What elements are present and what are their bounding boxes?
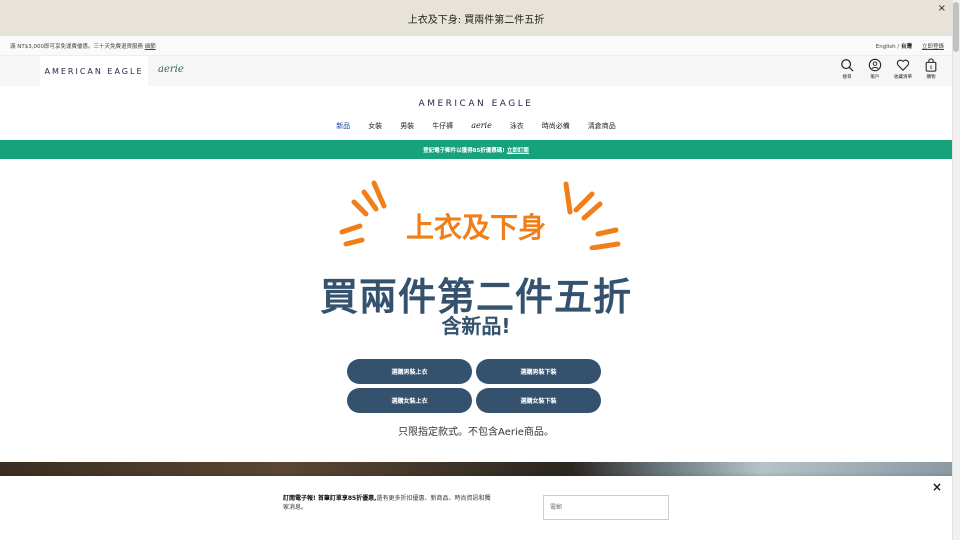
hero-headline-sub: 含新品! [441,314,511,338]
subscribe-link[interactable]: 立即訂閱 [507,146,529,154]
account-icon [868,58,882,72]
nav-item-swim[interactable]: 泳衣 [510,121,524,131]
main-nav: 新品 女裝 男裝 牛仔褲 aerie 泳衣 時尚必備 清倉商品 [0,121,952,131]
email-field[interactable] [543,495,669,520]
nav-item-clearance[interactable]: 清倉商品 [588,121,616,131]
cart-label: 購物 [926,75,936,80]
header-icons: 搜尋 帳戶 收藏清單 0 購物 [838,58,940,80]
promo-bar[interactable]: 上衣及下身: 買兩件第二件五折 × [0,0,952,36]
account-label: 帳戶 [870,75,880,80]
bag-icon: 0 [925,58,937,72]
brand-tab-aerie[interactable]: aerie [158,64,184,75]
scrollbar[interactable] [952,0,960,540]
close-icon[interactable]: × [932,480,942,494]
hero-photo-strip [0,462,952,476]
shop-buttons: 選購男裝上衣 選購男裝下裝 選購女裝上衣 選購女裝下裝 [347,359,601,413]
promo-text[interactable]: 上衣及下身: 買兩件第二件五折 [408,11,545,26]
shop-women-tops-button[interactable]: 選購女裝上衣 [347,388,472,413]
sign-in-link[interactable]: 立即登錄 [922,42,944,50]
cart-count: 0 [930,65,933,71]
hero-headline-top: 上衣及下身 [405,211,546,244]
utility-right: English / 台灣 立即登錄 [876,42,944,50]
account-button[interactable]: 帳戶 [866,58,884,80]
brand-tab-american-eagle[interactable]: AMERICAN EAGLE [40,56,148,86]
utility-bar: 滿 NT$3,000即可享免運費優惠。三十天免費退貨服務 細節 English … [0,36,952,56]
shop-women-bottoms-button[interactable]: 選購女裝下裝 [476,388,601,413]
shop-men-tops-button[interactable]: 選購男裝上衣 [347,359,472,384]
brand-bar: AMERICAN EAGLE aerie 搜尋 帳戶 收藏清單 0 購物 [0,56,952,86]
search-label: 搜尋 [842,75,852,80]
nav-item-aerie[interactable]: aerie [471,121,492,131]
favorites-button[interactable]: 收藏清單 [894,58,912,80]
nav-item-new[interactable]: 新品 [336,121,350,131]
nav-item-women[interactable]: 女裝 [368,121,382,131]
email-signup-banner: 登記電子郵件以獲得85折優惠碼! 立即訂閱 [0,140,952,159]
cart-button[interactable]: 0 購物 [922,58,940,80]
lang-english[interactable]: English / [876,44,899,50]
nav-item-jeans[interactable]: 牛仔褲 [432,121,453,131]
main-logo[interactable]: AMERICAN EAGLE [0,99,952,109]
close-icon[interactable]: × [938,3,946,14]
newsletter-text-bold: 訂閱電子報! 首筆訂單享85折優惠, [283,495,377,502]
lang-region[interactable]: 台灣 [901,44,912,50]
page: 上衣及下身: 買兩件第二件五折 × 滿 NT$3,000即可享免運費優惠。三十天… [0,0,960,540]
signup-banner-text: 登記電子郵件以獲得85折優惠碼! [423,147,505,154]
search-button[interactable]: 搜尋 [838,58,856,80]
newsletter-popup: 訂閱電子報! 首筆訂單享85折優惠,還有更多折扣優惠、新商品、時尚資訊和獨家消息… [0,476,952,540]
newsletter-text: 訂閱電子報! 首筆訂單享85折優惠,還有更多折扣優惠、新商品、時尚資訊和獨家消息… [283,494,493,512]
scrollbar-thumb[interactable] [953,2,959,52]
nav-item-essentials[interactable]: 時尚必備 [542,121,570,131]
shipping-info: 滿 NT$3,000即可享免運費優惠。三十天免費退貨服務 細節 [10,42,156,50]
heart-icon [896,59,910,72]
shipping-details-link[interactable]: 細節 [145,44,156,50]
shipping-text: 滿 NT$3,000即可享免運費優惠。三十天免費退貨服務 [10,44,145,50]
search-icon [841,59,854,72]
hero-disclaimer: 只限指定款式。不包含Aerie商品。 [398,427,554,438]
language-selector[interactable]: English / 台灣 [876,42,912,50]
favorites-label: 收藏清單 [894,75,912,80]
shop-men-bottoms-button[interactable]: 選購男裝下裝 [476,359,601,384]
nav-item-men[interactable]: 男裝 [400,121,414,131]
